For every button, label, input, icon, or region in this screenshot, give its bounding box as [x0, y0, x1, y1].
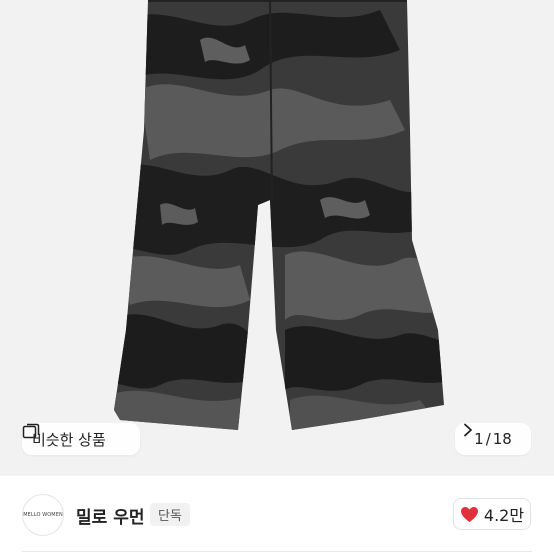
like-count: 4.2만 [483, 506, 525, 525]
chevron-right-icon [464, 423, 472, 437]
section-divider [22, 551, 532, 552]
gallery-icon [22, 423, 40, 439]
similar-products-label: 비슷한 상품 [32, 430, 106, 449]
image-total-count: 18 [492, 430, 512, 448]
product-image [0, 0, 554, 476]
product-image-gallery[interactable]: 비슷한 상품 1 / 18 [0, 0, 554, 476]
similar-products-button[interactable]: 비슷한 상품 [22, 423, 140, 455]
seller-logo[interactable]: MELLO WOMEN [22, 494, 64, 536]
seller-name[interactable]: 밀로 우먼 [76, 503, 144, 528]
counter-separator: / [485, 430, 491, 448]
exclusive-badge: 단독 [150, 503, 190, 526]
image-counter-button[interactable]: 1 / 18 [455, 423, 531, 455]
image-current-index: 1 [474, 430, 484, 448]
like-button[interactable]: 4.2만 [453, 498, 531, 530]
seller-logo-text: MELLO WOMEN [23, 512, 63, 518]
heart-icon [460, 506, 478, 522]
